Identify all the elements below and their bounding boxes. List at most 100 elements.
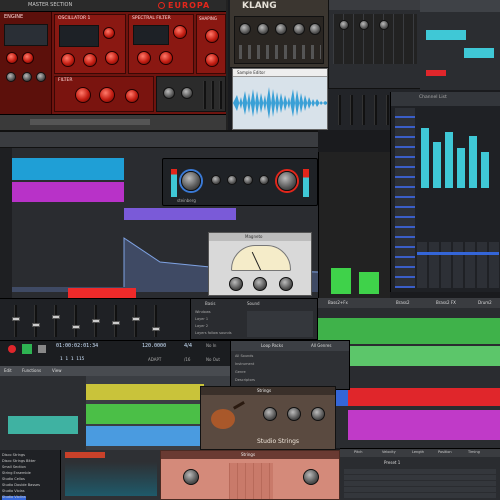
mid-fader-3[interactable] [52, 305, 60, 337]
mid-fader-cap-1[interactable] [12, 317, 20, 321]
mixer-channel-list[interactable] [395, 108, 415, 288]
transport-signature[interactable]: 4/4 [184, 344, 192, 349]
mid-fader-cap-6[interactable] [112, 321, 120, 325]
dark-fader-4[interactable] [374, 95, 377, 125]
spectral-knob-1[interactable] [173, 25, 187, 39]
klang-knob-5[interactable] [309, 23, 321, 35]
library-section-3[interactable]: Genre [235, 370, 246, 375]
vu-knob-1[interactable] [229, 277, 243, 291]
record-icon[interactable] [8, 345, 16, 353]
pink-knob-2[interactable] [303, 469, 319, 485]
pattern-clip-1[interactable] [426, 30, 466, 40]
arranger-clip-magenta[interactable] [12, 182, 124, 202]
mid-fader-5[interactable] [92, 305, 100, 337]
logic-clip-green[interactable] [86, 404, 204, 424]
filter-knob-3[interactable] [125, 89, 139, 103]
browser-item-3[interactable]: Small Section [2, 465, 26, 470]
library-header-2[interactable]: All Genres [311, 344, 331, 348]
klang-knob-4[interactable] [293, 23, 305, 35]
osc-knob-4[interactable] [105, 51, 119, 65]
pink-xy-pad[interactable] [229, 463, 273, 499]
engine-knob-2[interactable] [22, 52, 34, 64]
osc-knob-3[interactable] [83, 53, 97, 67]
mid-fader-cap-2[interactable] [32, 323, 40, 327]
menu-item-2[interactable]: Layer 1 [195, 317, 208, 322]
compressor-input-knob[interactable] [181, 171, 201, 191]
comp-knob-attack[interactable] [243, 175, 253, 185]
library-section-4[interactable]: Descriptors [235, 378, 255, 383]
strings-editor-tab[interactable] [65, 452, 105, 458]
compressor-output-knob[interactable] [277, 171, 297, 191]
right-clip-red[interactable] [348, 388, 500, 406]
filter-knob-2[interactable] [99, 87, 115, 103]
transport-bars[interactable]: 1 1 1 115 [60, 357, 84, 363]
menu-item-4[interactable]: Layers follow sounds [195, 331, 232, 336]
klang-knob-3[interactable] [275, 23, 287, 35]
pattern-clip-2[interactable] [464, 48, 494, 58]
basis-param-block[interactable] [247, 311, 313, 337]
seq-knob-3[interactable] [379, 20, 389, 30]
pink-knob-1[interactable] [183, 469, 199, 485]
library-section-2[interactable]: Instrument [235, 362, 254, 367]
seq-knob-2[interactable] [359, 20, 369, 30]
klang-knob-2[interactable] [257, 23, 269, 35]
mid-fader-7[interactable] [132, 305, 140, 337]
engine-knob-4[interactable] [22, 72, 32, 82]
comp-knob-ratio[interactable] [227, 175, 237, 185]
mid-fader-1[interactable] [12, 305, 20, 337]
logic-clip-teal[interactable] [8, 416, 78, 434]
pattern-clip-3[interactable] [426, 70, 446, 76]
klang-slider-row[interactable] [239, 45, 321, 59]
engine-knob-3[interactable] [6, 72, 16, 82]
engine-knob-5[interactable] [36, 72, 46, 82]
osc-knob-2[interactable] [61, 53, 75, 67]
transport-no-out[interactable]: No Out [206, 358, 220, 362]
spectral-knob-3[interactable] [159, 51, 173, 65]
library-section-1[interactable]: All Sounds [235, 354, 253, 359]
mid-fader-6[interactable] [112, 305, 120, 337]
browser-item-4[interactable]: String Ensemble [2, 471, 31, 476]
spectral-knob-2[interactable] [137, 51, 151, 65]
mid-fader-2[interactable] [32, 305, 40, 337]
transport-time[interactable]: 01:00:02:01:34 [56, 344, 98, 349]
transport-tempo[interactable]: 120.0000 [142, 344, 166, 349]
klang-knob-1[interactable] [239, 23, 251, 35]
mid-fader-cap-7[interactable] [132, 317, 140, 321]
mid-fader-cap-8[interactable] [152, 327, 160, 331]
logic-clip-yellow[interactable] [86, 384, 204, 400]
shaping-knob-1[interactable] [205, 29, 219, 43]
vu-knob-2[interactable] [253, 277, 267, 291]
menu-item-3[interactable]: Layer 2 [195, 324, 208, 329]
arranger-clip-purple[interactable] [124, 208, 236, 220]
browser-item-8[interactable]: Studio Violins [2, 495, 26, 500]
audio-waveform[interactable] [233, 83, 328, 123]
seq-knob-1[interactable] [339, 20, 349, 30]
amp-knob-2[interactable] [181, 87, 193, 99]
browser-item-2[interactable]: Disco Strings Bitter [2, 459, 36, 464]
arranger-clip-blue[interactable] [12, 158, 124, 180]
amp-knob-1[interactable] [163, 87, 175, 99]
edit-menu[interactable]: Edit [4, 369, 12, 373]
comp-knob-threshold[interactable] [211, 175, 221, 185]
editor-grid[interactable] [344, 469, 496, 499]
view-menu[interactable]: View [52, 369, 62, 373]
transport-adapt[interactable]: ADAPT [148, 358, 161, 362]
strings-editor-graph[interactable] [65, 462, 157, 496]
browser-item-6[interactable]: Studio Double Basses [2, 483, 40, 488]
amp-fader-1[interactable] [203, 81, 206, 109]
mixer-fader-area[interactable] [417, 242, 499, 288]
logic-clip-blue[interactable] [86, 426, 204, 446]
shaping-knob-2[interactable] [205, 53, 219, 67]
stop-icon[interactable] [38, 345, 46, 353]
dark-fader-5[interactable] [386, 95, 389, 125]
browser-item-7[interactable]: Studio Violas [2, 489, 25, 494]
amp-fader-3[interactable] [219, 81, 222, 109]
editor-preset[interactable]: Preset 1 [384, 461, 400, 465]
browser-item-1[interactable]: Disco Strings [2, 453, 25, 458]
dark-fader-1[interactable] [338, 95, 341, 125]
europa-power-icon[interactable] [158, 2, 165, 9]
strings-knob-1[interactable] [263, 407, 277, 421]
menu-item-1[interactable]: Windows [195, 310, 211, 315]
strings-knob-2[interactable] [287, 407, 301, 421]
filter-knob-1[interactable] [75, 87, 91, 103]
